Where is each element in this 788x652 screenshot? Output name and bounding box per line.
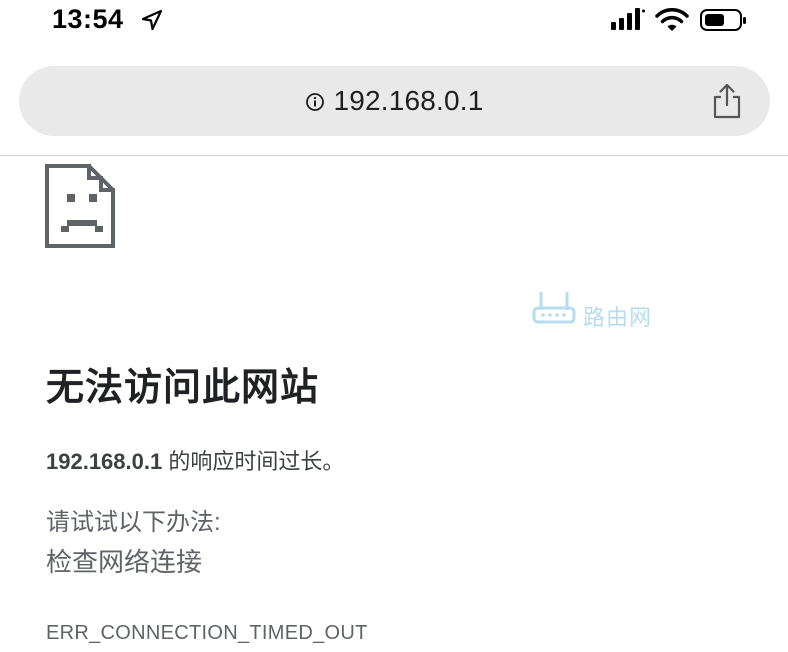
address-bar[interactable]: 192.168.0.1	[19, 66, 770, 136]
router-logo-icon	[531, 288, 579, 331]
status-bar: 13:54	[0, 0, 788, 42]
divider	[0, 155, 788, 156]
watermark: 路由网	[531, 288, 671, 331]
battery-icon	[700, 8, 748, 37]
suggestion-item: 检查网络连接	[46, 547, 203, 577]
info-icon[interactable]	[305, 92, 325, 112]
url-text[interactable]: 192.168.0.1	[333, 85, 483, 117]
cellular-signal-icon	[610, 8, 646, 35]
error-description-text: 的响应时间过长。	[162, 449, 345, 474]
share-icon[interactable]	[710, 82, 744, 120]
watermark-text: 路由网	[583, 305, 653, 330]
suggestions-heading: 请试试以下办法:	[46, 509, 221, 536]
error-host: 192.168.0.1	[46, 449, 163, 474]
error-description: 192.168.0.1 的响应时间过长。	[46, 444, 344, 476]
status-time: 13:54	[52, 4, 124, 34]
sad-page-icon	[45, 164, 117, 255]
wifi-icon	[655, 7, 689, 38]
error-title: 无法访问此网站	[46, 367, 320, 409]
error-code: ERR_CONNECTION_TIMED_OUT	[46, 622, 368, 644]
location-arrow-icon	[140, 8, 164, 37]
